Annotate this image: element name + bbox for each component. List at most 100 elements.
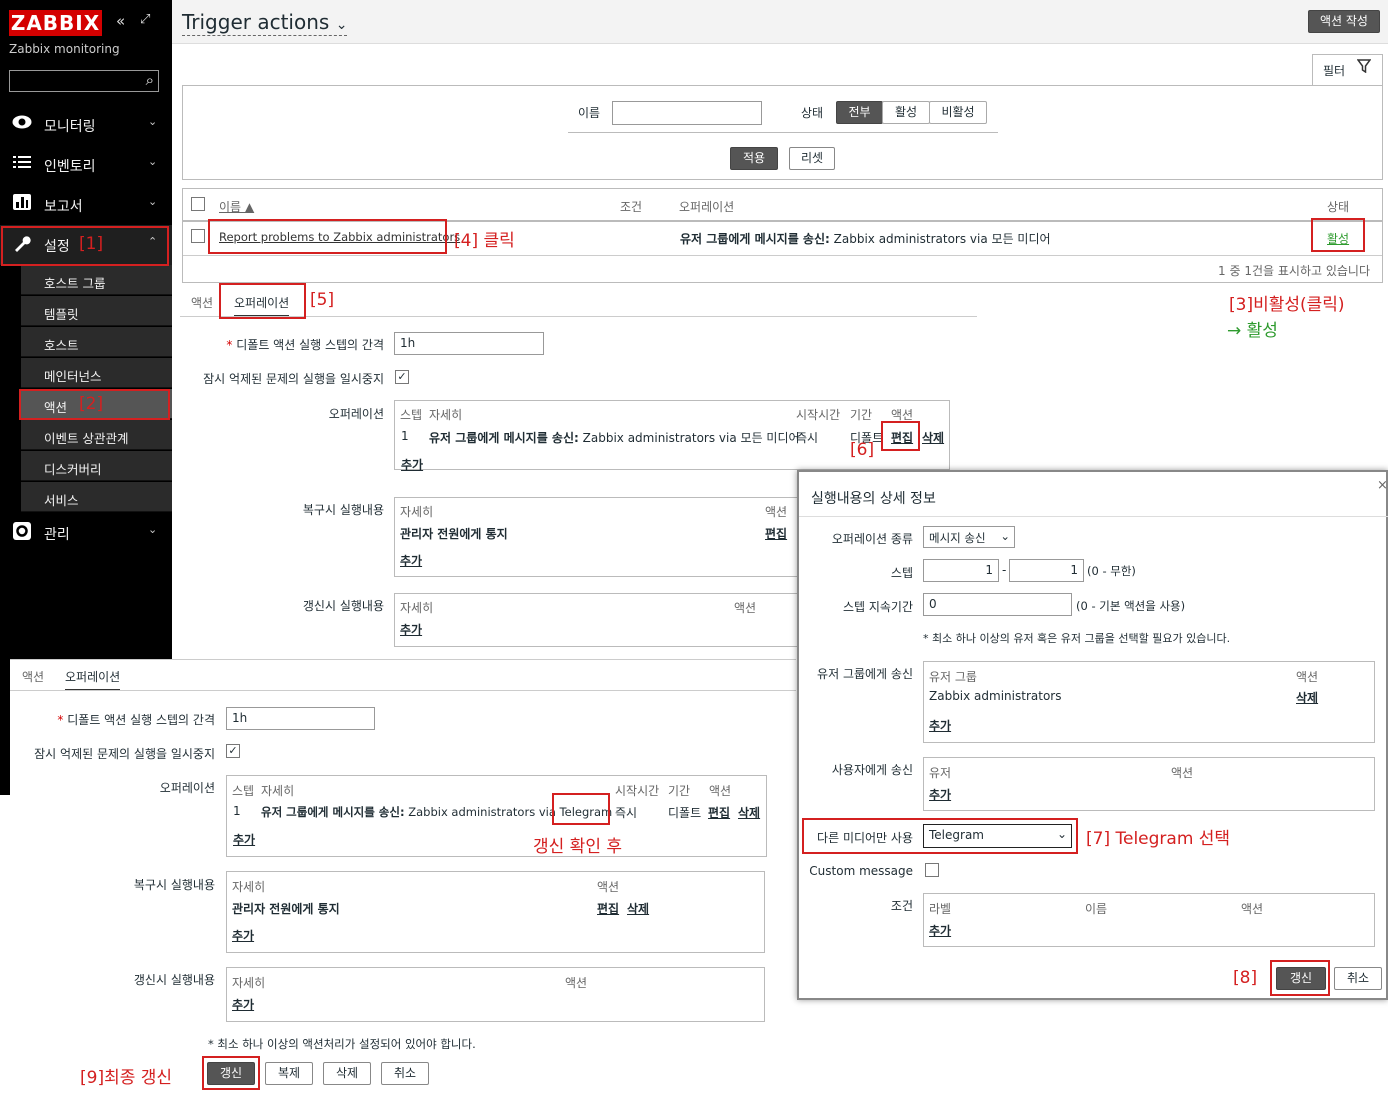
chevron-down-icon: ⌄ — [148, 155, 158, 168]
submenu-discovery[interactable]: 디스커버리 — [21, 451, 172, 481]
step-duration-label-text: 디폴트 액션 실행 스텝의 간격 — [67, 713, 215, 727]
submenu-maintenance[interactable]: 메인터넌스 — [21, 358, 172, 388]
column-name[interactable]: 이름 ▲ — [219, 198, 254, 215]
filter-name-input[interactable] — [612, 101, 762, 125]
ops-row-detail: 유저 그룹에게 메시지를 송신: Zabbix administrators v… — [429, 429, 800, 446]
menu-administration[interactable]: 관리 ⌄ — [0, 513, 172, 553]
annotation-3: [3]비활성(클릭) — [1229, 295, 1345, 315]
step-duration-input[interactable]: 1h — [394, 332, 544, 355]
sidebar-search-input[interactable]: ⌕ — [9, 70, 159, 92]
menu-reports[interactable]: 보고서 ⌄ — [0, 185, 172, 225]
ops-row-step: 1 — [401, 429, 409, 443]
operations-label: 오퍼레이션 — [159, 781, 215, 795]
cancel-button[interactable]: 취소 — [381, 1062, 429, 1085]
ops-delete-link[interactable]: 삭제 — [738, 804, 760, 821]
clone-button[interactable]: 복제 — [265, 1062, 313, 1085]
recovery-row: 관리자 전원에게 통지 — [400, 527, 508, 541]
cond-col-label: 라벨 — [929, 902, 952, 916]
tab-operations[interactable]: 오퍼레이션 — [65, 668, 121, 691]
highlight-operations-tab — [219, 283, 306, 319]
ops-add-link[interactable]: 추가 — [233, 831, 255, 848]
step-from-input[interactable]: 1 — [923, 559, 999, 582]
delete-button[interactable]: 삭제 — [323, 1062, 371, 1085]
expand-icon[interactable]: ⤢ — [140, 12, 150, 27]
submenu-host-groups[interactable]: 호스트 그룹 — [21, 265, 172, 295]
zabbix-logo[interactable]: ZABBIX — [9, 10, 102, 36]
update-add-link[interactable]: 추가 — [232, 996, 254, 1013]
annotation-4: [4] 클릭 — [454, 231, 515, 251]
send-groups-label: 유저 그룹에게 송신 — [817, 667, 913, 681]
update-col-action: 액션 — [565, 976, 588, 990]
collapse-sidebar-icon[interactable]: « — [116, 12, 125, 30]
pause-suppressed-checkbox[interactable]: ✓ — [226, 744, 240, 758]
submenu-services[interactable]: 서비스 — [21, 482, 172, 512]
ops-add-link[interactable]: 추가 — [401, 456, 423, 473]
menu-label: 관리 — [44, 527, 70, 543]
filter-tab[interactable]: 필터 — [1312, 54, 1383, 86]
ops-col-start: 시작시간 — [796, 408, 841, 422]
submenu-event-correlation[interactable]: 이벤트 상관관계 — [21, 420, 172, 450]
update-col-detail: 자세히 — [400, 601, 434, 615]
ops-edit-link[interactable]: 편집 — [708, 804, 730, 821]
op-type-select[interactable]: 메시지 송신 ⌄ — [923, 526, 1015, 548]
cond-col-name: 이름 — [1085, 902, 1108, 916]
page-title[interactable]: Trigger actions ⌄ — [182, 10, 348, 36]
group-add-link[interactable]: 추가 — [929, 717, 951, 734]
menu-inventory[interactable]: 인벤토리 ⌄ — [0, 145, 172, 185]
column-status: 상태 — [1327, 200, 1350, 214]
recovery-edit-link[interactable]: 편집 — [765, 525, 787, 542]
menu-label: 모니터링 — [44, 119, 96, 135]
tab-action[interactable]: 액션 — [22, 668, 44, 685]
user-add-link[interactable]: 추가 — [929, 786, 951, 803]
annotation-1: [1] — [79, 234, 104, 254]
step-duration-input[interactable]: 1h — [226, 707, 375, 730]
submenu-templates[interactable]: 템플릿 — [21, 296, 172, 326]
recovery-col-action: 액션 — [765, 505, 788, 519]
table-footer: 1 중 1건을 표시하고 있습니다 — [1218, 264, 1370, 278]
users-col-user: 유저 — [929, 766, 952, 780]
step-to-input[interactable]: 1 — [1009, 559, 1084, 582]
recovery-edit-link[interactable]: 편집 — [597, 900, 619, 917]
annotation-6: [6] — [850, 440, 875, 460]
conditions-label: 조건 — [890, 899, 913, 913]
update-add-link[interactable]: 추가 — [400, 621, 422, 638]
reset-button[interactable]: 리셋 — [789, 147, 835, 170]
group-delete-link[interactable]: 삭제 — [1296, 689, 1318, 706]
ops-row-step: 1 — [233, 804, 241, 818]
dialog-cancel-button[interactable]: 취소 — [1334, 967, 1382, 990]
tab-action[interactable]: 액션 — [191, 294, 213, 311]
submenu-hosts[interactable]: 호스트 — [21, 327, 172, 357]
recovery-row: 관리자 전원에게 통지 — [232, 902, 340, 916]
ops-col-action: 액션 — [709, 784, 732, 798]
ops-row-detail-bold: 유저 그룹에게 메시지를 송신: — [261, 805, 405, 819]
close-icon[interactable]: × — [1377, 478, 1388, 493]
recovery-delete-link[interactable]: 삭제 — [627, 900, 649, 917]
row-operation-rest: Zabbix administrators via 모든 미디어 — [829, 232, 1051, 246]
status-disabled-toggle[interactable]: 비활성 — [929, 101, 987, 124]
highlight-telegram — [552, 793, 610, 825]
apply-button[interactable]: 적용 — [730, 147, 778, 170]
ops-col-duration: 기간 — [850, 408, 873, 422]
select-all-checkbox[interactable] — [191, 197, 205, 211]
menu-label: 인벤토리 — [44, 159, 96, 175]
ops-delete-link[interactable]: 삭제 — [922, 429, 944, 446]
custom-message-checkbox[interactable] — [925, 863, 939, 877]
recovery-add-link[interactable]: 추가 — [232, 927, 254, 944]
recovery-add-link[interactable]: 추가 — [400, 552, 422, 569]
row-checkbox[interactable] — [191, 229, 205, 243]
step-hint: (0 - 무한) — [1087, 564, 1136, 578]
highlight-action-name — [208, 219, 447, 254]
operations-box: 스텝 자세히 시작시간 기간 액션 1 유저 그룹에게 메시지를 송신: Zab… — [226, 775, 767, 857]
status-enabled-toggle[interactable]: 활성 — [882, 101, 930, 124]
step-dash: - — [1002, 563, 1007, 577]
search-icon[interactable]: ⌕ — [146, 71, 154, 89]
cond-add-link[interactable]: 추가 — [929, 922, 951, 939]
create-action-button[interactable]: 액션 작성 — [1308, 10, 1380, 33]
annotation-after-update: 갱신 확인 후 — [533, 837, 623, 857]
cond-col-action: 액션 — [1241, 902, 1264, 916]
status-all-toggle[interactable]: 전부 — [836, 101, 883, 124]
step-duration-input[interactable]: 0 — [923, 593, 1072, 616]
pause-suppressed-checkbox[interactable]: ✓ — [395, 370, 409, 384]
menu-monitoring[interactable]: 모니터링 ⌄ — [0, 105, 172, 145]
op-type-label: 오퍼레이션 종류 — [831, 532, 913, 546]
